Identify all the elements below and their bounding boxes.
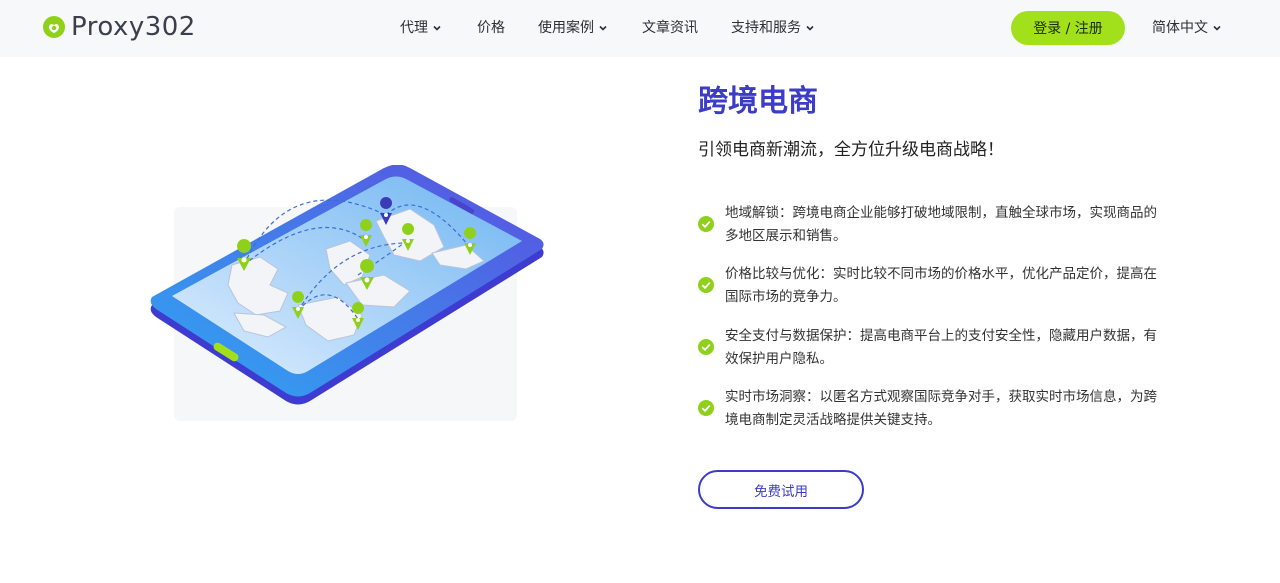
feature-text: 地域解锁：跨境电商企业能够打破地域限制，直触全球市场，实现商品的多地区展示和销售… xyxy=(725,205,1157,244)
top-navbar: Proxy302 代理 价格 使用案例 文章资讯 支持和服务 登录 / 注册 简… xyxy=(0,0,1280,57)
feature-text: 安全支付与数据保护：提高电商平台上的支付安全性，隐藏用户数据，有效保护用户隐私。 xyxy=(725,328,1157,367)
nav-item-label: 代理 xyxy=(400,20,428,36)
check-circle-icon xyxy=(698,400,714,416)
language-selector[interactable]: 简体中文 xyxy=(1152,18,1222,38)
free-trial-label: 免费试用 xyxy=(754,483,808,500)
feature-text: 实时市场洞察：以匿名方式观察国际竞争对手，获取实时市场信息，为跨境电商制定灵活战… xyxy=(725,389,1157,428)
list-item: 地域解锁：跨境电商企业能够打破地域限制，直触全球市场，实现商品的多地区展示和销售… xyxy=(698,202,1163,248)
chevron-down-icon xyxy=(433,25,441,31)
chevron-down-icon xyxy=(1213,25,1221,31)
list-item: 安全支付与数据保护：提高电商平台上的支付安全性，隐藏用户数据，有效保护用户隐私。 xyxy=(698,325,1163,371)
nav-item-use-cases[interactable]: 使用案例 xyxy=(538,18,608,38)
phone-world-map-illustration xyxy=(150,165,544,421)
check-circle-icon xyxy=(698,277,714,293)
nav-item-label: 文章资讯 xyxy=(642,20,698,36)
nav-item-pricing[interactable]: 价格 xyxy=(477,18,505,38)
logo[interactable]: Proxy302 xyxy=(42,12,196,42)
check-circle-icon xyxy=(698,216,714,232)
nav-item-articles[interactable]: 文章资讯 xyxy=(642,18,698,38)
free-trial-button[interactable]: 免费试用 xyxy=(698,470,864,509)
language-label: 简体中文 xyxy=(1152,20,1208,36)
check-circle-icon xyxy=(698,339,714,355)
nav-item-proxy[interactable]: 代理 xyxy=(400,18,442,38)
login-register-button[interactable]: 登录 / 注册 xyxy=(1011,11,1125,45)
chevron-down-icon xyxy=(599,25,607,31)
page-subtitle: 引领电商新潮流，全方位升级电商战略！ xyxy=(698,140,1004,160)
list-item: 实时市场洞察：以匿名方式观察国际竞争对手，获取实时市场信息，为跨境电商制定灵活战… xyxy=(698,386,1163,432)
logo-text: Proxy302 xyxy=(71,12,196,42)
nav-item-support[interactable]: 支持和服务 xyxy=(731,18,815,38)
chevron-down-icon xyxy=(806,25,814,31)
nav-item-label: 价格 xyxy=(477,20,505,36)
nav-item-label: 支持和服务 xyxy=(731,20,801,36)
page-title: 跨境电商 xyxy=(698,84,818,119)
login-register-label: 登录 / 注册 xyxy=(1033,21,1103,37)
list-item: 价格比较与优化：实时比较不同市场的价格水平，优化产品定价，提高在国际市场的竞争力… xyxy=(698,263,1163,309)
feature-text: 价格比较与优化：实时比较不同市场的价格水平，优化产品定价，提高在国际市场的竞争力… xyxy=(725,266,1157,305)
proxy302-logo-icon xyxy=(43,16,65,38)
nav-item-label: 使用案例 xyxy=(538,20,594,36)
